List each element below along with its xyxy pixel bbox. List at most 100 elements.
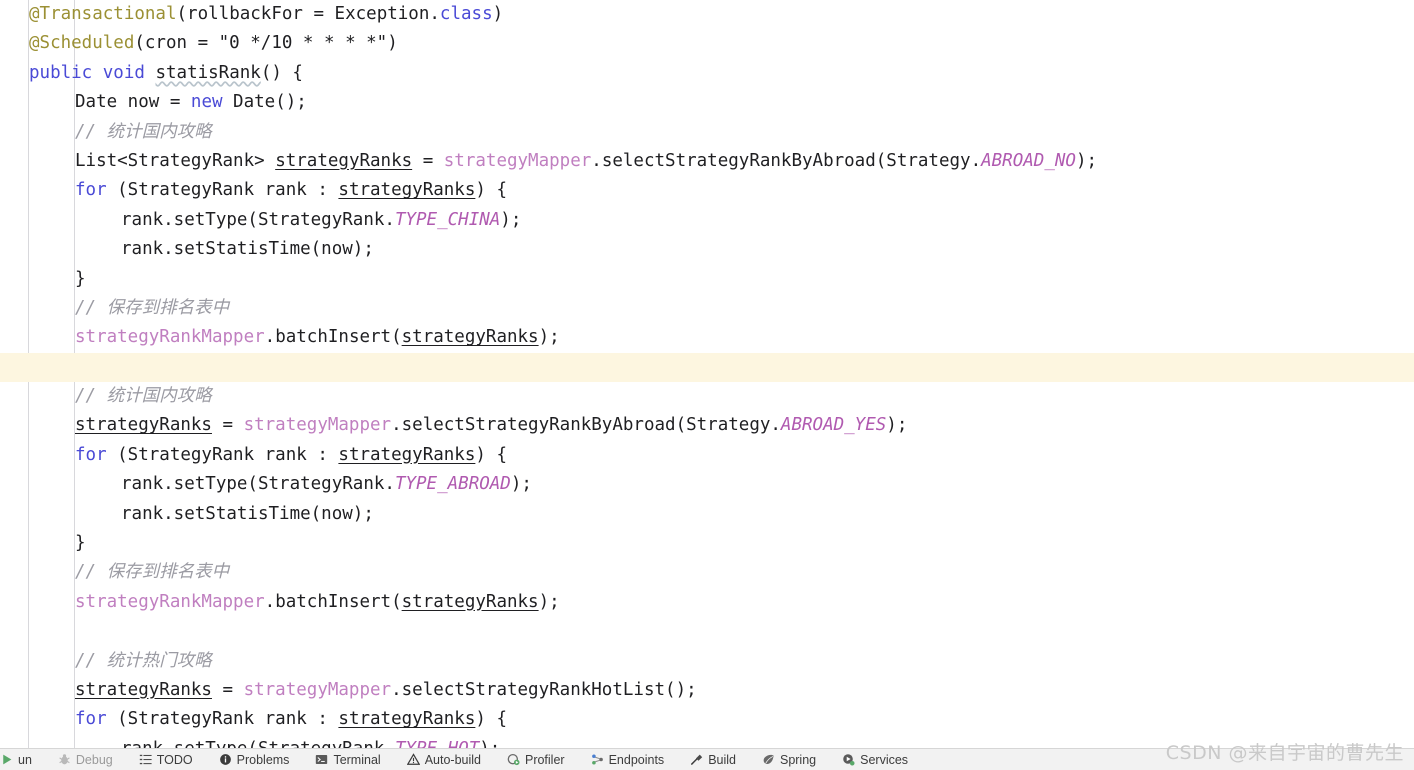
tool-window-button-label: Profiler — [524, 752, 565, 767]
code-line[interactable]: strategyRanks = strategyMapper.selectStr… — [0, 411, 1414, 440]
code-editor[interactable]: @Transactional(rollbackFor = Exception.c… — [0, 0, 1414, 748]
spring-leaf-icon — [762, 753, 775, 766]
code-line[interactable]: public void statisRank() { — [0, 59, 1414, 88]
tool-window-button-label: Endpoints — [608, 752, 665, 767]
code-line-content: for (StrategyRank rank : strategyRanks) … — [29, 445, 507, 465]
code-line[interactable]: // 统计国内攻略 — [0, 382, 1414, 411]
code-line[interactable]: rank.setType(StrategyRank.TYPE_CHINA); — [0, 206, 1414, 235]
code-token-static: TYPE_CHINA — [394, 209, 501, 230]
code-token-field: strategyMapper — [243, 679, 392, 700]
code-token-local: strategyRanks — [401, 327, 539, 348]
code-line[interactable]: @Transactional(rollbackFor = Exception.c… — [0, 0, 1414, 29]
code-line-content: strategyRankMapper.batchInsert(strategyR… — [29, 327, 560, 347]
tool-window-button-label: Problems — [236, 752, 290, 767]
code-line[interactable]: rank.setStatisTime(now); — [0, 235, 1414, 264]
code-token-plain: ); — [538, 327, 560, 348]
code-token-local: strategyRanks — [275, 150, 413, 171]
code-line[interactable]: for (StrategyRank rank : strategyRanks) … — [0, 705, 1414, 734]
code-token-comment: // 统计热门攻略 — [75, 650, 212, 671]
code-line-content: @Scheduled(cron = "0 */10 * * * *") — [29, 33, 398, 53]
code-token-plain: ) { — [475, 444, 507, 465]
code-line[interactable]: rank.setType(StrategyRank.TYPE_ABROAD); — [0, 470, 1414, 499]
code-token-local: strategyRanks — [401, 591, 539, 612]
code-line[interactable]: strategyRanks = strategyMapper.selectStr… — [0, 676, 1414, 705]
code-line[interactable]: } — [0, 529, 1414, 558]
code-line[interactable] — [0, 352, 1414, 383]
code-token-static: ABROAD_NO — [981, 150, 1076, 171]
run-icon — [0, 753, 13, 766]
tool-window-button-problems[interactable]: Problems — [206, 749, 303, 770]
code-line-content: strategyRanks = strategyMapper.selectStr… — [29, 415, 907, 435]
bug-icon — [58, 753, 71, 766]
tool-window-button-services[interactable]: Services — [829, 749, 921, 770]
code-line[interactable]: // 保存到排名表中 — [0, 558, 1414, 587]
code-token-plain: .selectStrategyRankByAbroad(Strategy. — [391, 415, 781, 436]
terminal-icon — [315, 753, 328, 766]
code-line[interactable]: rank.setStatisTime(now); — [0, 500, 1414, 529]
code-token-plain: ); — [1075, 150, 1098, 171]
code-text[interactable]: @Transactional(rollbackFor = Exception.c… — [0, 0, 1414, 748]
tool-window-button-label: un — [18, 752, 32, 767]
code-line[interactable]: for (StrategyRank rank : strategyRanks) … — [0, 441, 1414, 470]
tool-window-button-debug[interactable]: Debug — [45, 749, 126, 770]
services-icon — [842, 753, 855, 766]
code-line[interactable]: strategyRankMapper.batchInsert(strategyR… — [0, 588, 1414, 617]
code-line[interactable]: Date now = new Date(); — [0, 88, 1414, 117]
code-token-plain: rank.setType(StrategyRank. — [121, 209, 395, 230]
tool-window-button-profiler[interactable]: Profiler — [494, 749, 578, 770]
tool-window-button-label: Services — [860, 752, 909, 767]
code-token-plain: ); — [886, 415, 908, 436]
hammer-icon — [690, 753, 703, 766]
code-line-content: List<StrategyRank> strategyRanks = strat… — [29, 151, 1097, 171]
code-line[interactable]: // 统计国内攻略 — [0, 118, 1414, 147]
tool-window-button-un[interactable]: un — [0, 749, 45, 770]
code-line[interactable]: List<StrategyRank> strategyRanks = strat… — [0, 147, 1414, 176]
tool-window-button-auto-build[interactable]: Auto-build — [394, 749, 494, 770]
code-line[interactable]: strategyRankMapper.batchInsert(strategyR… — [0, 323, 1414, 352]
code-token-plain: = — [211, 679, 244, 700]
tool-window-button-build[interactable]: Build — [677, 749, 749, 770]
code-token-kw: new — [190, 92, 223, 113]
tool-window-button-spring[interactable]: Spring — [749, 749, 829, 770]
code-token-field: strategyRankMapper — [75, 327, 265, 348]
code-line[interactable]: @Scheduled(cron = "0 */10 * * * *") — [0, 29, 1414, 58]
code-token-anno: @Scheduled — [29, 33, 135, 54]
code-token-static: TYPE_ABROAD — [394, 474, 511, 495]
code-line-content: } — [29, 269, 86, 289]
code-line-content — [29, 621, 75, 641]
code-token-plain: } — [75, 533, 86, 554]
code-line[interactable]: } — [0, 265, 1414, 294]
code-line-content: } — [29, 533, 86, 553]
code-token-plain: Date now = — [75, 92, 191, 113]
code-token-local: strategyRanks — [75, 679, 212, 700]
warning-triangle-icon — [406, 753, 420, 766]
code-line[interactable] — [0, 617, 1414, 646]
code-line-content: // 保存到排名表中 — [29, 298, 229, 318]
code-token-field: strategyMapper — [443, 150, 592, 171]
code-line-content: // 保存到排名表中 — [29, 562, 229, 582]
code-token-plain: ); — [510, 474, 532, 495]
code-line-content: Date now = new Date(); — [29, 92, 307, 112]
code-token-local: strategyRanks — [338, 444, 476, 465]
code-line-content: rank.setType(StrategyRank.TYPE_HOT); — [29, 739, 500, 748]
code-token-plain: (StrategyRank rank : — [106, 709, 339, 730]
tool-window-button-todo[interactable]: TODO — [126, 749, 206, 770]
code-token-plain: ) — [492, 4, 504, 24]
code-line[interactable]: for (StrategyRank rank : strategyRanks) … — [0, 176, 1414, 205]
code-line[interactable]: // 保存到排名表中 — [0, 294, 1414, 323]
code-line-content: // 统计国内攻略 — [29, 386, 212, 406]
tool-window-button-endpoints[interactable]: Endpoints — [578, 749, 678, 770]
code-line-content — [29, 357, 75, 377]
code-token-local: strategyRanks — [75, 415, 212, 436]
code-token-kw: class — [439, 4, 493, 24]
code-token-comment: // 统计国内攻略 — [75, 386, 212, 407]
code-line[interactable]: // 统计热门攻略 — [0, 647, 1414, 676]
code-token-plain: ); — [500, 209, 522, 230]
code-token-plain: (StrategyRank rank : — [106, 180, 339, 201]
tool-window-button-terminal[interactable]: Terminal — [302, 749, 393, 770]
ide-window: @Transactional(rollbackFor = Exception.c… — [0, 0, 1414, 770]
code-token-plain: = — [412, 150, 444, 171]
code-token-comment: // 保存到排名表中 — [75, 562, 230, 583]
code-token-kw: for — [75, 444, 107, 465]
tool-window-button-label: Terminal — [333, 752, 381, 767]
